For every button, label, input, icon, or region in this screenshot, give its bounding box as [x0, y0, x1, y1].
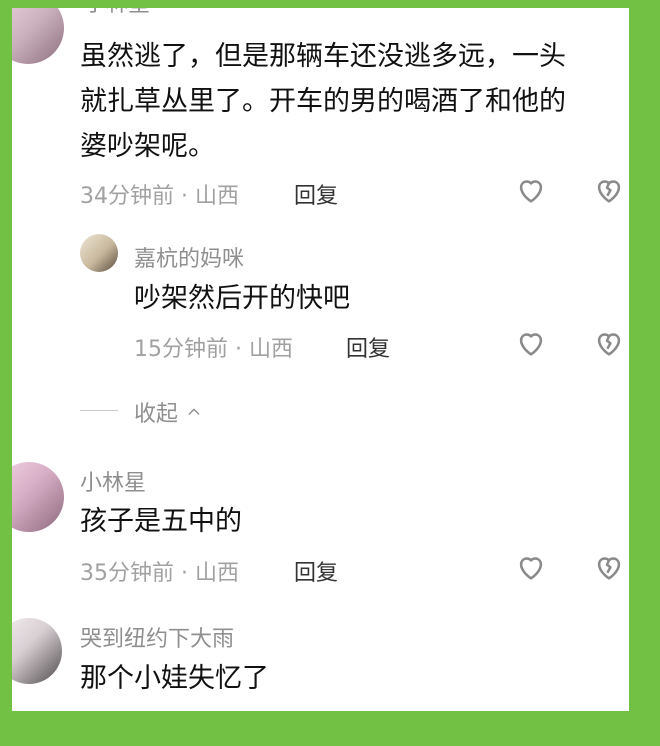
- collapse-button[interactable]: 收起: [134, 396, 202, 428]
- broken-heart-icon[interactable]: [592, 550, 626, 584]
- avatar[interactable]: [0, 462, 64, 532]
- heart-outline-icon[interactable]: [514, 173, 548, 207]
- reply-button[interactable]: 回复: [346, 331, 390, 363]
- chevron-up-icon: [188, 408, 200, 415]
- broken-heart-icon[interactable]: [592, 173, 626, 207]
- comment-author-name[interactable]: 小林星: [80, 465, 146, 497]
- comment-text: 孩子是五中的: [80, 506, 242, 537]
- comment-text-line: 虽然逃了，但是那辆车还没逃多远，一头: [80, 41, 566, 72]
- collapse-divider: [80, 410, 118, 411]
- heart-outline-icon[interactable]: [514, 705, 548, 739]
- comment-author-name[interactable]: 嘉杭的妈咪: [134, 241, 244, 273]
- comment-section: 小林星 虽然逃了，但是那辆车还没逃多远，一头 就扎草丛里了。开车的男的喝酒了和他…: [0, 0, 660, 746]
- avatar[interactable]: [80, 234, 118, 272]
- comment-meta: 34分钟前 · 山西: [80, 184, 239, 209]
- avatar[interactable]: [0, 618, 62, 684]
- comment-meta: 15分钟前 · 山西: [134, 337, 293, 362]
- reply-button[interactable]: 回复: [294, 555, 338, 587]
- broken-heart-icon[interactable]: [592, 326, 626, 360]
- comment-text: 那个小娃失忆了: [80, 663, 269, 694]
- comment-author-name: 小林星: [84, 0, 151, 17]
- comment-text-line: 就扎草丛里了。开车的男的喝酒了和他的: [80, 86, 566, 117]
- comment-text-line: 婆吵架呢。: [80, 131, 215, 162]
- comment-text: 吵架然后开的快吧: [134, 283, 350, 314]
- comment-author-name[interactable]: 哭到纽约下大雨: [80, 621, 234, 653]
- comment-meta: 35分钟前 · 山西: [80, 561, 239, 586]
- heart-outline-icon[interactable]: [514, 326, 548, 360]
- broken-heart-icon[interactable]: [592, 705, 626, 739]
- avatar[interactable]: [0, 0, 64, 64]
- heart-outline-icon[interactable]: [514, 550, 548, 584]
- reply-button[interactable]: 回复: [294, 178, 338, 210]
- collapse-label: 收起: [134, 402, 179, 427]
